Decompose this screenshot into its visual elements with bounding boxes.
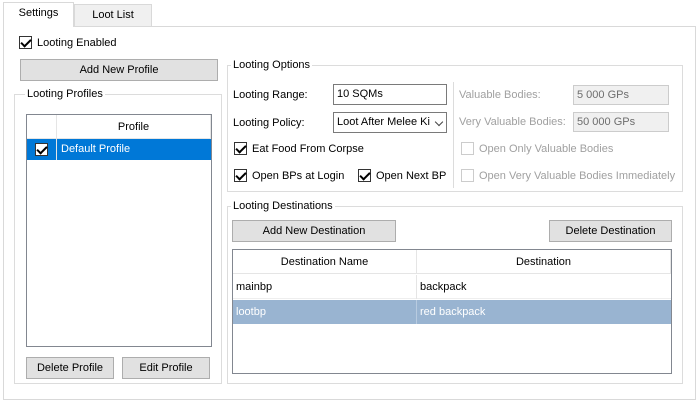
looting-policy-value: Loot After Melee Ki <box>337 116 430 128</box>
open-very-valuable-immediately-checkbox[interactable] <box>461 169 474 182</box>
open-only-valuable-label: Open Only Valuable Bodies <box>479 143 614 155</box>
valuable-bodies-label: Valuable Bodies: <box>459 89 541 101</box>
looting-enabled-checkbox[interactable] <box>19 36 32 49</box>
profiles-header-profile[interactable]: Profile <box>57 115 211 139</box>
eat-food-checkbox[interactable] <box>234 142 247 155</box>
destination-row-name: lootbp <box>233 300 417 324</box>
table-row[interactable]: lootbp red backpack <box>233 300 671 324</box>
very-valuable-bodies-input[interactable]: 50 000 GPs <box>573 112 669 132</box>
destinations-header-name[interactable]: Destination Name <box>233 250 417 274</box>
valuable-bodies-input[interactable]: 5 000 GPs <box>573 85 669 105</box>
eat-food-label: Eat Food From Corpse <box>252 143 364 155</box>
looting-options-title: Looting Options <box>231 59 313 72</box>
looting-destinations-title: Looting Destinations <box>231 200 335 213</box>
delete-profile-button[interactable]: Delete Profile <box>26 357 114 379</box>
table-row[interactable]: Default Profile <box>27 139 211 160</box>
destination-row-name: mainbp <box>233 275 417 299</box>
looting-range-input[interactable]: 10 SQMs <box>333 84 447 105</box>
table-row[interactable]: mainbp backpack <box>233 275 671 299</box>
options-divider <box>453 82 454 188</box>
chevron-down-icon <box>434 117 444 127</box>
looting-policy-select[interactable]: Loot After Melee Ki <box>333 112 447 133</box>
profile-row-checkbox[interactable] <box>35 143 48 156</box>
tab-loot-list[interactable]: Loot List <box>74 4 152 26</box>
looting-profiles-title: Looting Profiles <box>25 88 105 101</box>
very-valuable-bodies-label: Very Valuable Bodies: <box>459 116 566 128</box>
profile-row-name: Default Profile <box>61 143 131 155</box>
profiles-header-checkbox-col <box>27 115 57 139</box>
add-new-profile-button[interactable]: Add New Profile <box>20 59 218 81</box>
looting-policy-label: Looting Policy: <box>233 117 305 129</box>
looting-range-label: Looting Range: <box>233 89 308 101</box>
add-new-destination-button[interactable]: Add New Destination <box>232 220 396 242</box>
destinations-header-destination[interactable]: Destination <box>417 250 671 274</box>
looting-enabled-label: Looting Enabled <box>37 37 117 49</box>
destination-row-destination: backpack <box>420 281 467 293</box>
open-only-valuable-checkbox[interactable] <box>461 142 474 155</box>
delete-destination-button[interactable]: Delete Destination <box>549 220 672 242</box>
destination-row-destination: red backpack <box>420 306 486 318</box>
open-bps-login-checkbox[interactable] <box>234 169 247 182</box>
open-next-bp-label: Open Next BP <box>376 170 447 182</box>
edit-profile-button[interactable]: Edit Profile <box>122 357 210 379</box>
open-next-bp-checkbox[interactable] <box>358 169 371 182</box>
open-bps-login-label: Open BPs at Login <box>252 170 345 182</box>
destinations-table[interactable]: Destination Name Destination mainbp back… <box>232 249 672 374</box>
profiles-table[interactable]: Profile Default Profile <box>26 114 212 347</box>
tab-settings[interactable]: Settings <box>3 2 74 27</box>
open-very-valuable-immediately-label: Open Very Valuable Bodies Immediately <box>479 170 676 182</box>
